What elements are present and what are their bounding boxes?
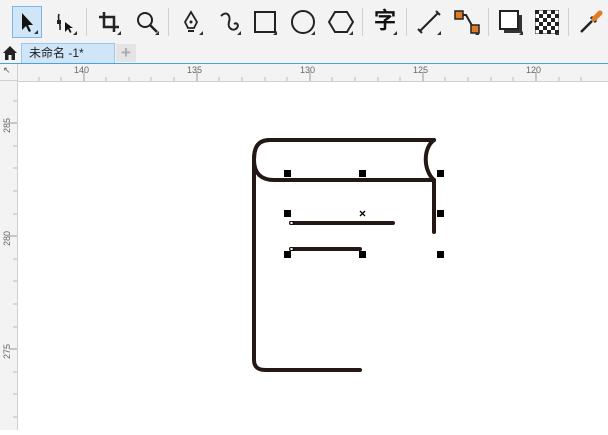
- zoom-tool-button[interactable]: [132, 6, 162, 38]
- new-tab-button[interactable]: +: [116, 44, 136, 62]
- shape-tool-button[interactable]: [50, 6, 80, 38]
- ruler-label-v: 285: [2, 117, 12, 133]
- artistic-media-tool-button[interactable]: [214, 6, 244, 38]
- canvas-drawing: [252, 138, 444, 372]
- ruler-label-v: 280: [2, 230, 12, 246]
- polygon-tool-button[interactable]: [326, 6, 356, 38]
- ruler-label-h: 130: [300, 65, 316, 75]
- document-tab-title: 未命名 -1*: [29, 46, 84, 60]
- eyedropper-tool-button[interactable]: [576, 6, 606, 38]
- plus-icon: +: [121, 43, 131, 62]
- ruler-label-h: 120: [526, 65, 542, 75]
- rectangle-tool-button[interactable]: [250, 6, 280, 38]
- node-markers[interactable]: [289, 221, 294, 251]
- drop-shadow-tool-button[interactable]: [496, 6, 526, 38]
- transparency-tool-button[interactable]: [532, 6, 562, 38]
- ruler-origin-icon: ↖: [3, 65, 11, 75]
- vertical-ruler[interactable]: 285 280 275: [0, 81, 18, 430]
- ruler-label-h: 135: [187, 65, 203, 75]
- document-tab[interactable]: 未命名 -1*: [21, 43, 115, 63]
- home-icon: [3, 46, 17, 60]
- connector-tool-button[interactable]: [452, 6, 482, 38]
- text-tool-button[interactable]: 字: [370, 6, 400, 38]
- main-toolbar: 字: [0, 0, 608, 44]
- dimension-tool-button[interactable]: [414, 6, 444, 38]
- vertical-ruler-ticks: [9, 100, 17, 418]
- pen-tool-button[interactable]: [176, 6, 206, 38]
- ruler-label-v: 275: [2, 343, 12, 359]
- home-button[interactable]: [0, 43, 20, 63]
- ellipse-tool-button[interactable]: [288, 6, 318, 38]
- eyedropper-icon: [580, 10, 603, 33]
- ruler-origin[interactable]: ↖: [0, 64, 18, 81]
- book-icon-drawing[interactable]: [252, 138, 436, 372]
- ruler-label-h: 125: [413, 65, 429, 75]
- document-tab-bar: 未命名 -1* +: [0, 43, 608, 64]
- ruler-label-h: 140: [74, 65, 90, 75]
- drawing-canvas[interactable]: [18, 82, 608, 430]
- selection-handles[interactable]: [284, 170, 444, 258]
- selection-center-marker: [359, 210, 366, 217]
- pick-tool-button[interactable]: [12, 6, 42, 38]
- crop-tool-button[interactable]: [94, 6, 124, 38]
- horizontal-ruler[interactable]: 140 135 130 125 120: [18, 64, 608, 82]
